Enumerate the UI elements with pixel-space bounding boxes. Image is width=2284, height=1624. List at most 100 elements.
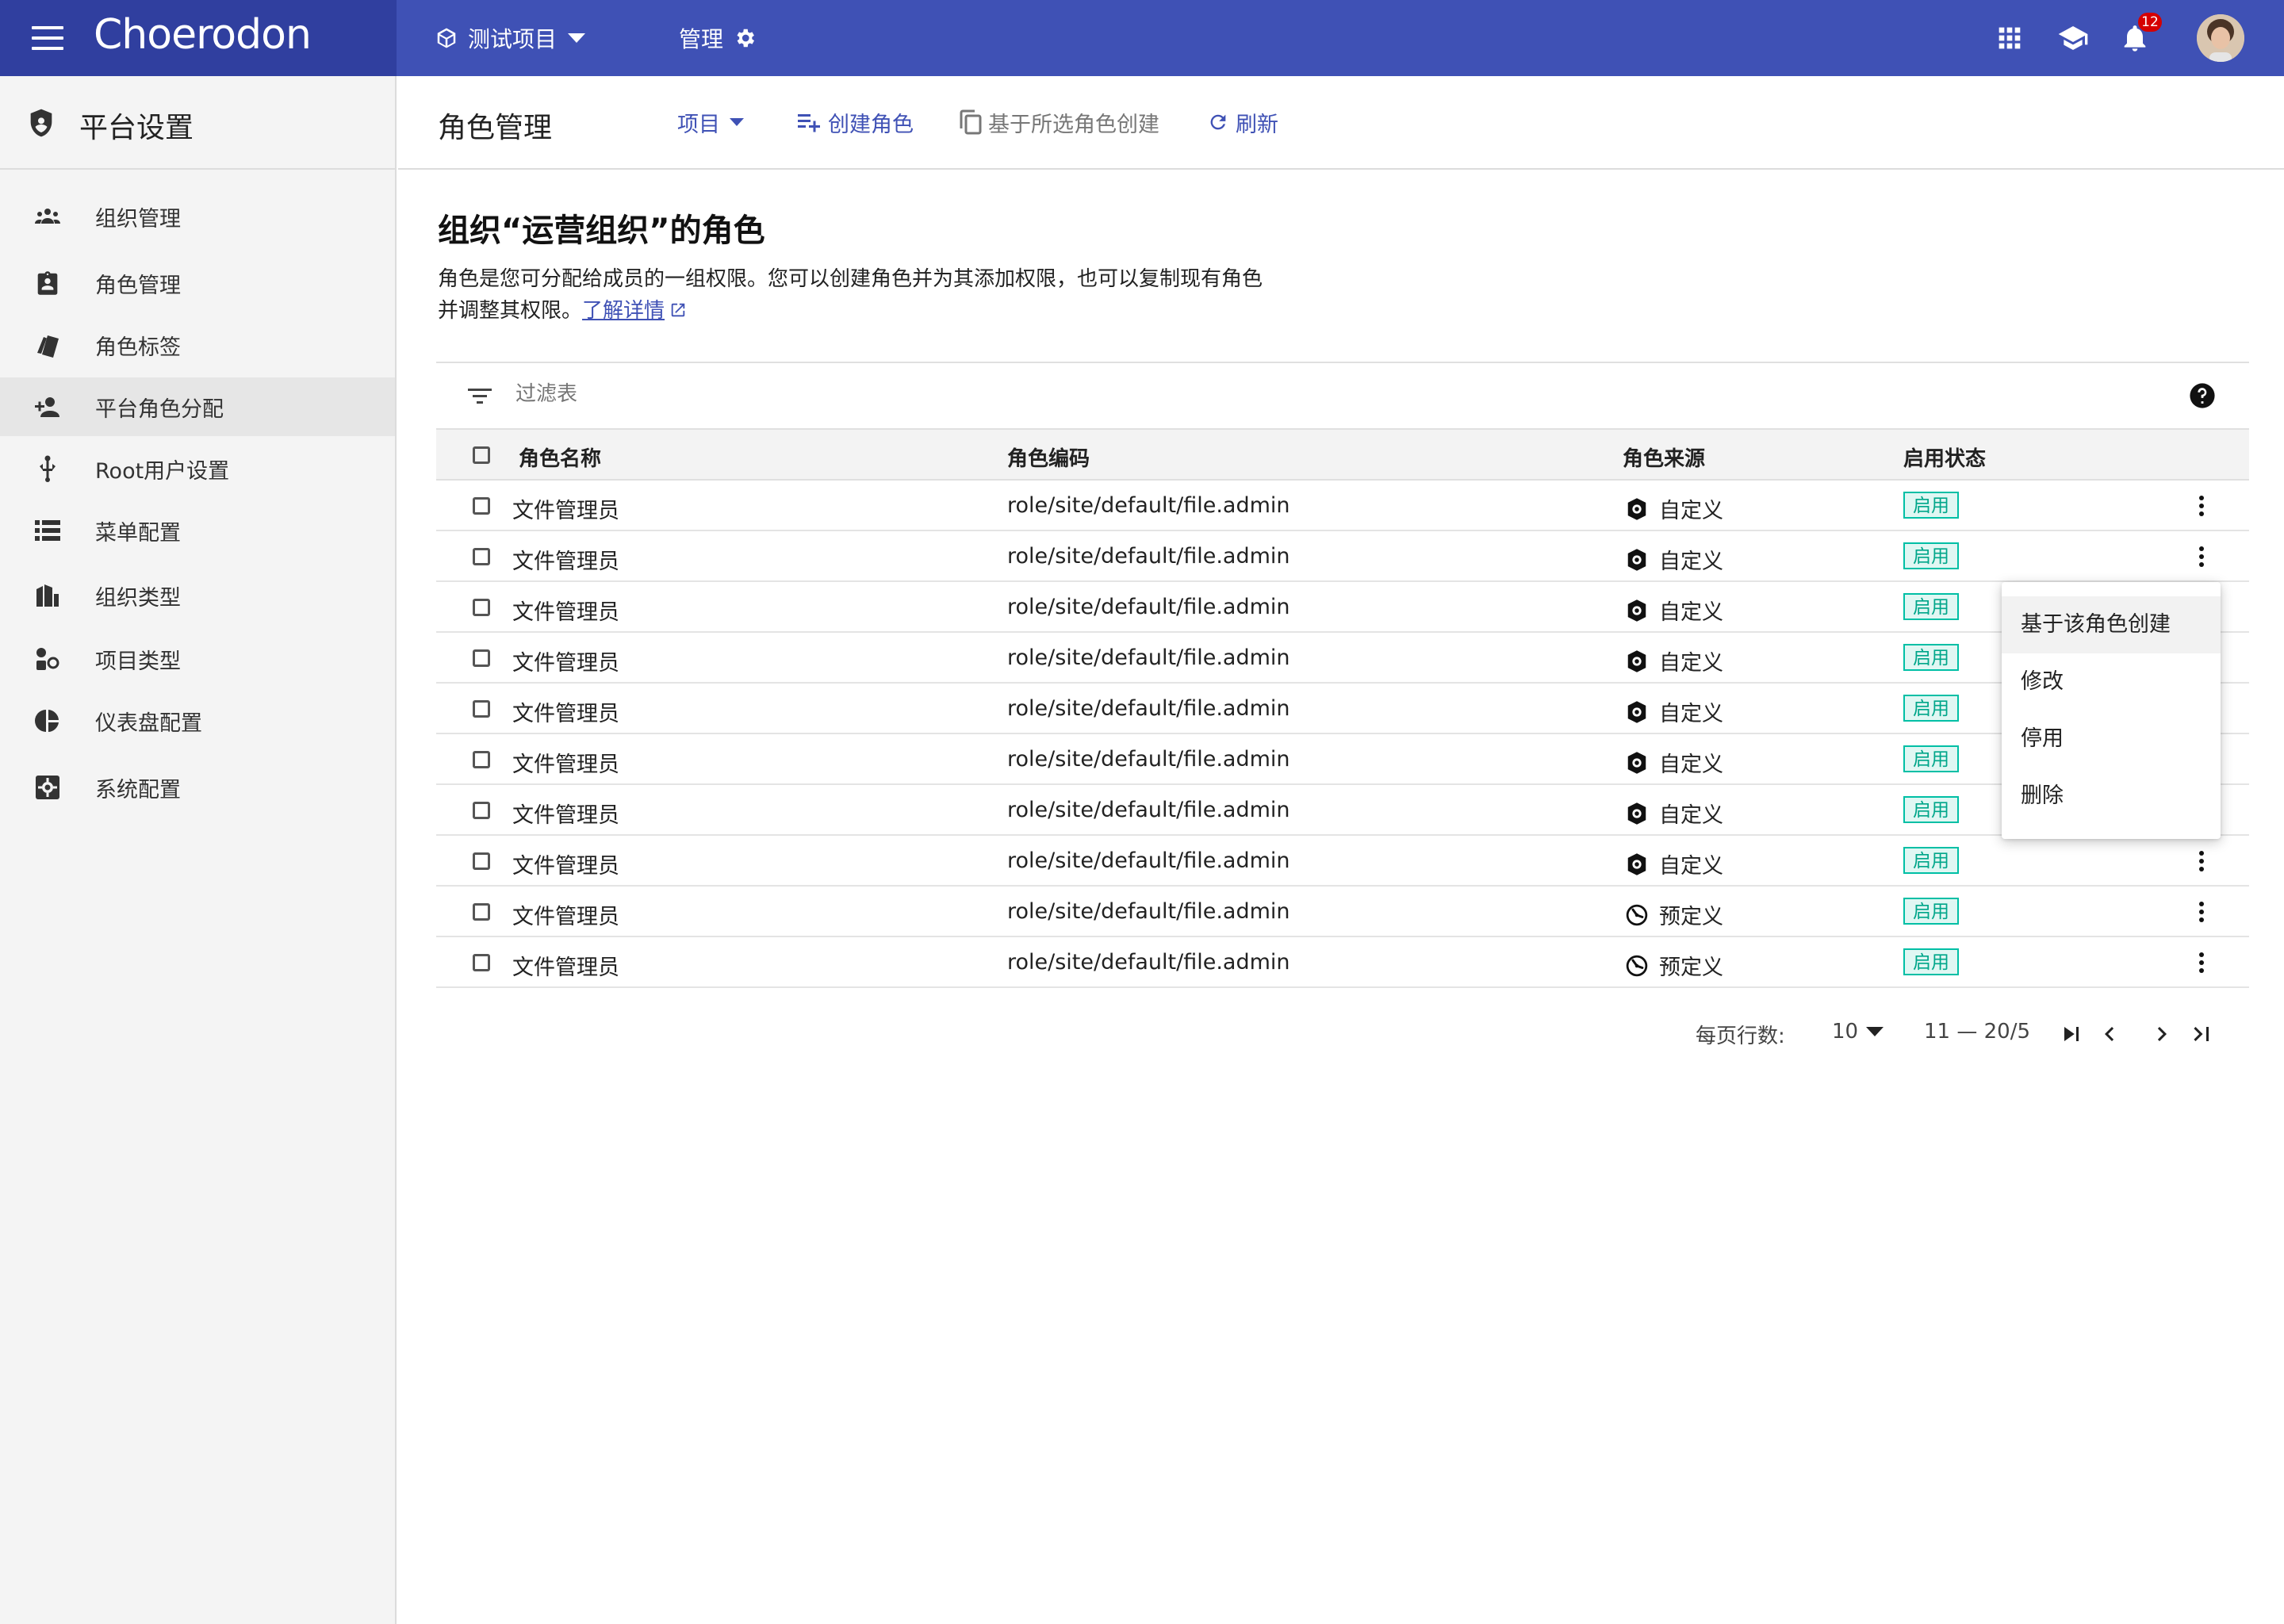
sidebar-item-label: 角色管理 bbox=[95, 273, 181, 298]
sidebar-item-menu-config[interactable]: 菜单配置 bbox=[0, 501, 395, 560]
table-row[interactable]: 文件管理员 role/site/default/file.admin 自定义 启用 bbox=[436, 582, 2249, 633]
role-source: 自定义 bbox=[1624, 798, 1723, 829]
table-row[interactable]: 文件管理员 role/site/default/file.admin 自定义 启用 bbox=[436, 684, 2249, 734]
role-code: role/site/default/file.admin bbox=[1007, 798, 1290, 822]
create-from-selected-label: 基于所选角色创建 bbox=[988, 112, 1159, 137]
menu-item-create-from-role[interactable]: 基于该角色创建 bbox=[2002, 596, 2221, 653]
sidebar-item-label: 组织类型 bbox=[95, 585, 181, 611]
status-badge: 启用 bbox=[1903, 644, 1959, 671]
filter-input[interactable] bbox=[515, 382, 1943, 406]
role-code: role/site/default/file.admin bbox=[1007, 950, 1290, 975]
chevron-right-icon[interactable] bbox=[2148, 1020, 2176, 1048]
menu-item-edit[interactable]: 修改 bbox=[2002, 653, 2221, 710]
rows-per-page-select[interactable]: 10 bbox=[1832, 1020, 1884, 1044]
create-from-selected-button[interactable]: 基于所选角色创建 bbox=[960, 108, 1159, 137]
sidebar-item-platform-role-assign[interactable]: 平台角色分配 bbox=[0, 377, 395, 436]
learn-more-link[interactable]: 了解详情 bbox=[582, 299, 665, 323]
table-row[interactable]: 文件管理员 role/site/default/file.admin 自定义 启用 bbox=[436, 481, 2249, 531]
role-name: 文件管理员 bbox=[512, 905, 619, 929]
table-row[interactable]: 文件管理员 role/site/default/file.admin 自定义 启用 bbox=[436, 531, 2249, 582]
role-source: 预定义 bbox=[1624, 950, 1723, 981]
chevron-left-icon[interactable] bbox=[2095, 1020, 2124, 1048]
column-header-name[interactable]: 角色名称 bbox=[519, 442, 601, 472]
gear-icon bbox=[737, 29, 755, 48]
table-row[interactable]: 文件管理员 role/site/default/file.admin 预定义 启用 bbox=[436, 937, 2249, 988]
school-icon[interactable] bbox=[2057, 22, 2089, 54]
table-row[interactable]: 文件管理员 role/site/default/file.admin 预定义 启用 bbox=[436, 887, 2249, 937]
row-checkbox[interactable] bbox=[473, 903, 490, 921]
table-row[interactable]: 文件管理员 role/site/default/file.admin 自定义 启用 bbox=[436, 734, 2249, 785]
row-checkbox[interactable] bbox=[473, 497, 490, 515]
status-badge: 启用 bbox=[1903, 948, 1959, 975]
row-checkbox[interactable] bbox=[473, 700, 490, 718]
row-checkbox[interactable] bbox=[473, 548, 490, 565]
sidebar-item-role-labels[interactable]: 角色标签 bbox=[0, 316, 395, 374]
chevron-down-icon bbox=[568, 33, 586, 43]
sidebar-item-org-type[interactable]: 组织类型 bbox=[0, 566, 395, 625]
role-source-label: 自定义 bbox=[1659, 803, 1723, 828]
more-vert-icon[interactable] bbox=[2189, 493, 2214, 519]
row-checkbox[interactable] bbox=[473, 751, 490, 768]
copy-icon bbox=[960, 109, 982, 135]
table-row[interactable]: 文件管理员 role/site/default/file.admin 自定义 启用 bbox=[436, 836, 2249, 887]
role-source: 自定义 bbox=[1624, 595, 1723, 626]
notification-badge: 12 bbox=[2138, 13, 2162, 32]
help-icon[interactable] bbox=[2189, 382, 2216, 409]
row-checkbox[interactable] bbox=[473, 802, 490, 819]
table-header: 角色名称 角色编码 角色来源 启用状态 bbox=[436, 430, 2249, 481]
menu-item-disable[interactable]: 停用 bbox=[2002, 710, 2221, 768]
menu-item-delete[interactable]: 删除 bbox=[2002, 768, 2221, 825]
column-header-code[interactable]: 角色编码 bbox=[1007, 442, 1090, 472]
column-header-status[interactable]: 启用状态 bbox=[1903, 442, 1986, 472]
dashboard-icon bbox=[33, 707, 62, 735]
project-switcher[interactable]: 测试项目 bbox=[435, 22, 586, 54]
label-icon bbox=[33, 331, 62, 359]
sidebar-item-project-type[interactable]: 项目类型 bbox=[0, 630, 395, 688]
more-vert-icon[interactable] bbox=[2189, 544, 2214, 569]
apps-grid-icon[interactable] bbox=[1994, 22, 2025, 54]
building-icon bbox=[33, 581, 62, 610]
custom-hexagon-icon bbox=[1624, 750, 1650, 776]
role-name: 文件管理员 bbox=[512, 854, 619, 879]
role-source: 预定义 bbox=[1624, 899, 1723, 930]
table-row[interactable]: 文件管理员 role/site/default/file.admin 自定义 启用 bbox=[436, 785, 2249, 836]
sidebar-item-dashboard-config[interactable]: 仪表盘配置 bbox=[0, 691, 395, 750]
manage-button[interactable]: 管理 bbox=[679, 22, 757, 54]
sidebar-item-root-user[interactable]: Root用户设置 bbox=[0, 439, 395, 498]
custom-hexagon-icon bbox=[1624, 649, 1650, 674]
role-name: 文件管理员 bbox=[512, 702, 619, 726]
role-source: 自定义 bbox=[1624, 747, 1723, 778]
select-all-checkbox[interactable] bbox=[473, 446, 490, 464]
row-checkbox[interactable] bbox=[473, 599, 490, 616]
more-vert-icon[interactable] bbox=[2189, 899, 2214, 925]
more-vert-icon[interactable] bbox=[2189, 848, 2214, 874]
avatar[interactable] bbox=[2197, 14, 2244, 62]
menu-icon[interactable] bbox=[32, 26, 63, 50]
first-page-icon[interactable] bbox=[2057, 1020, 2086, 1048]
person-add-icon bbox=[33, 393, 62, 421]
last-page-icon[interactable] bbox=[2187, 1020, 2216, 1048]
manage-label: 管理 bbox=[679, 26, 724, 52]
column-header-source[interactable]: 角色来源 bbox=[1623, 442, 1705, 472]
sidebar-item-role-management[interactable]: 角色管理 bbox=[0, 254, 395, 312]
create-role-label: 创建角色 bbox=[828, 112, 914, 137]
filter-icon bbox=[468, 389, 492, 404]
create-role-button[interactable]: 创建角色 bbox=[798, 108, 914, 137]
role-source: 自定义 bbox=[1624, 645, 1723, 676]
role-name: 文件管理员 bbox=[512, 499, 619, 523]
row-checkbox[interactable] bbox=[473, 852, 490, 870]
sidebar-item-system-config[interactable]: 系统配置 bbox=[0, 758, 395, 817]
org-roles-title: 组织“运营组织”的角色 bbox=[438, 213, 765, 249]
sidebar-item-label: 组织管理 bbox=[95, 206, 181, 232]
role-source: 自定义 bbox=[1624, 493, 1723, 524]
list-icon bbox=[33, 516, 62, 545]
row-checkbox[interactable] bbox=[473, 649, 490, 667]
table-row[interactable]: 文件管理员 role/site/default/file.admin 自定义 启用 bbox=[436, 633, 2249, 684]
sidebar-title: 平台设置 bbox=[79, 112, 194, 144]
more-vert-icon[interactable] bbox=[2189, 950, 2214, 975]
row-checkbox[interactable] bbox=[473, 954, 490, 971]
sidebar-item-org-management[interactable]: 组织管理 bbox=[0, 187, 395, 246]
refresh-button[interactable]: 刷新 bbox=[1207, 108, 1278, 137]
project-filter-dropdown[interactable]: 项目 bbox=[677, 108, 744, 137]
app-logo[interactable]: Choerodon bbox=[94, 11, 312, 59]
